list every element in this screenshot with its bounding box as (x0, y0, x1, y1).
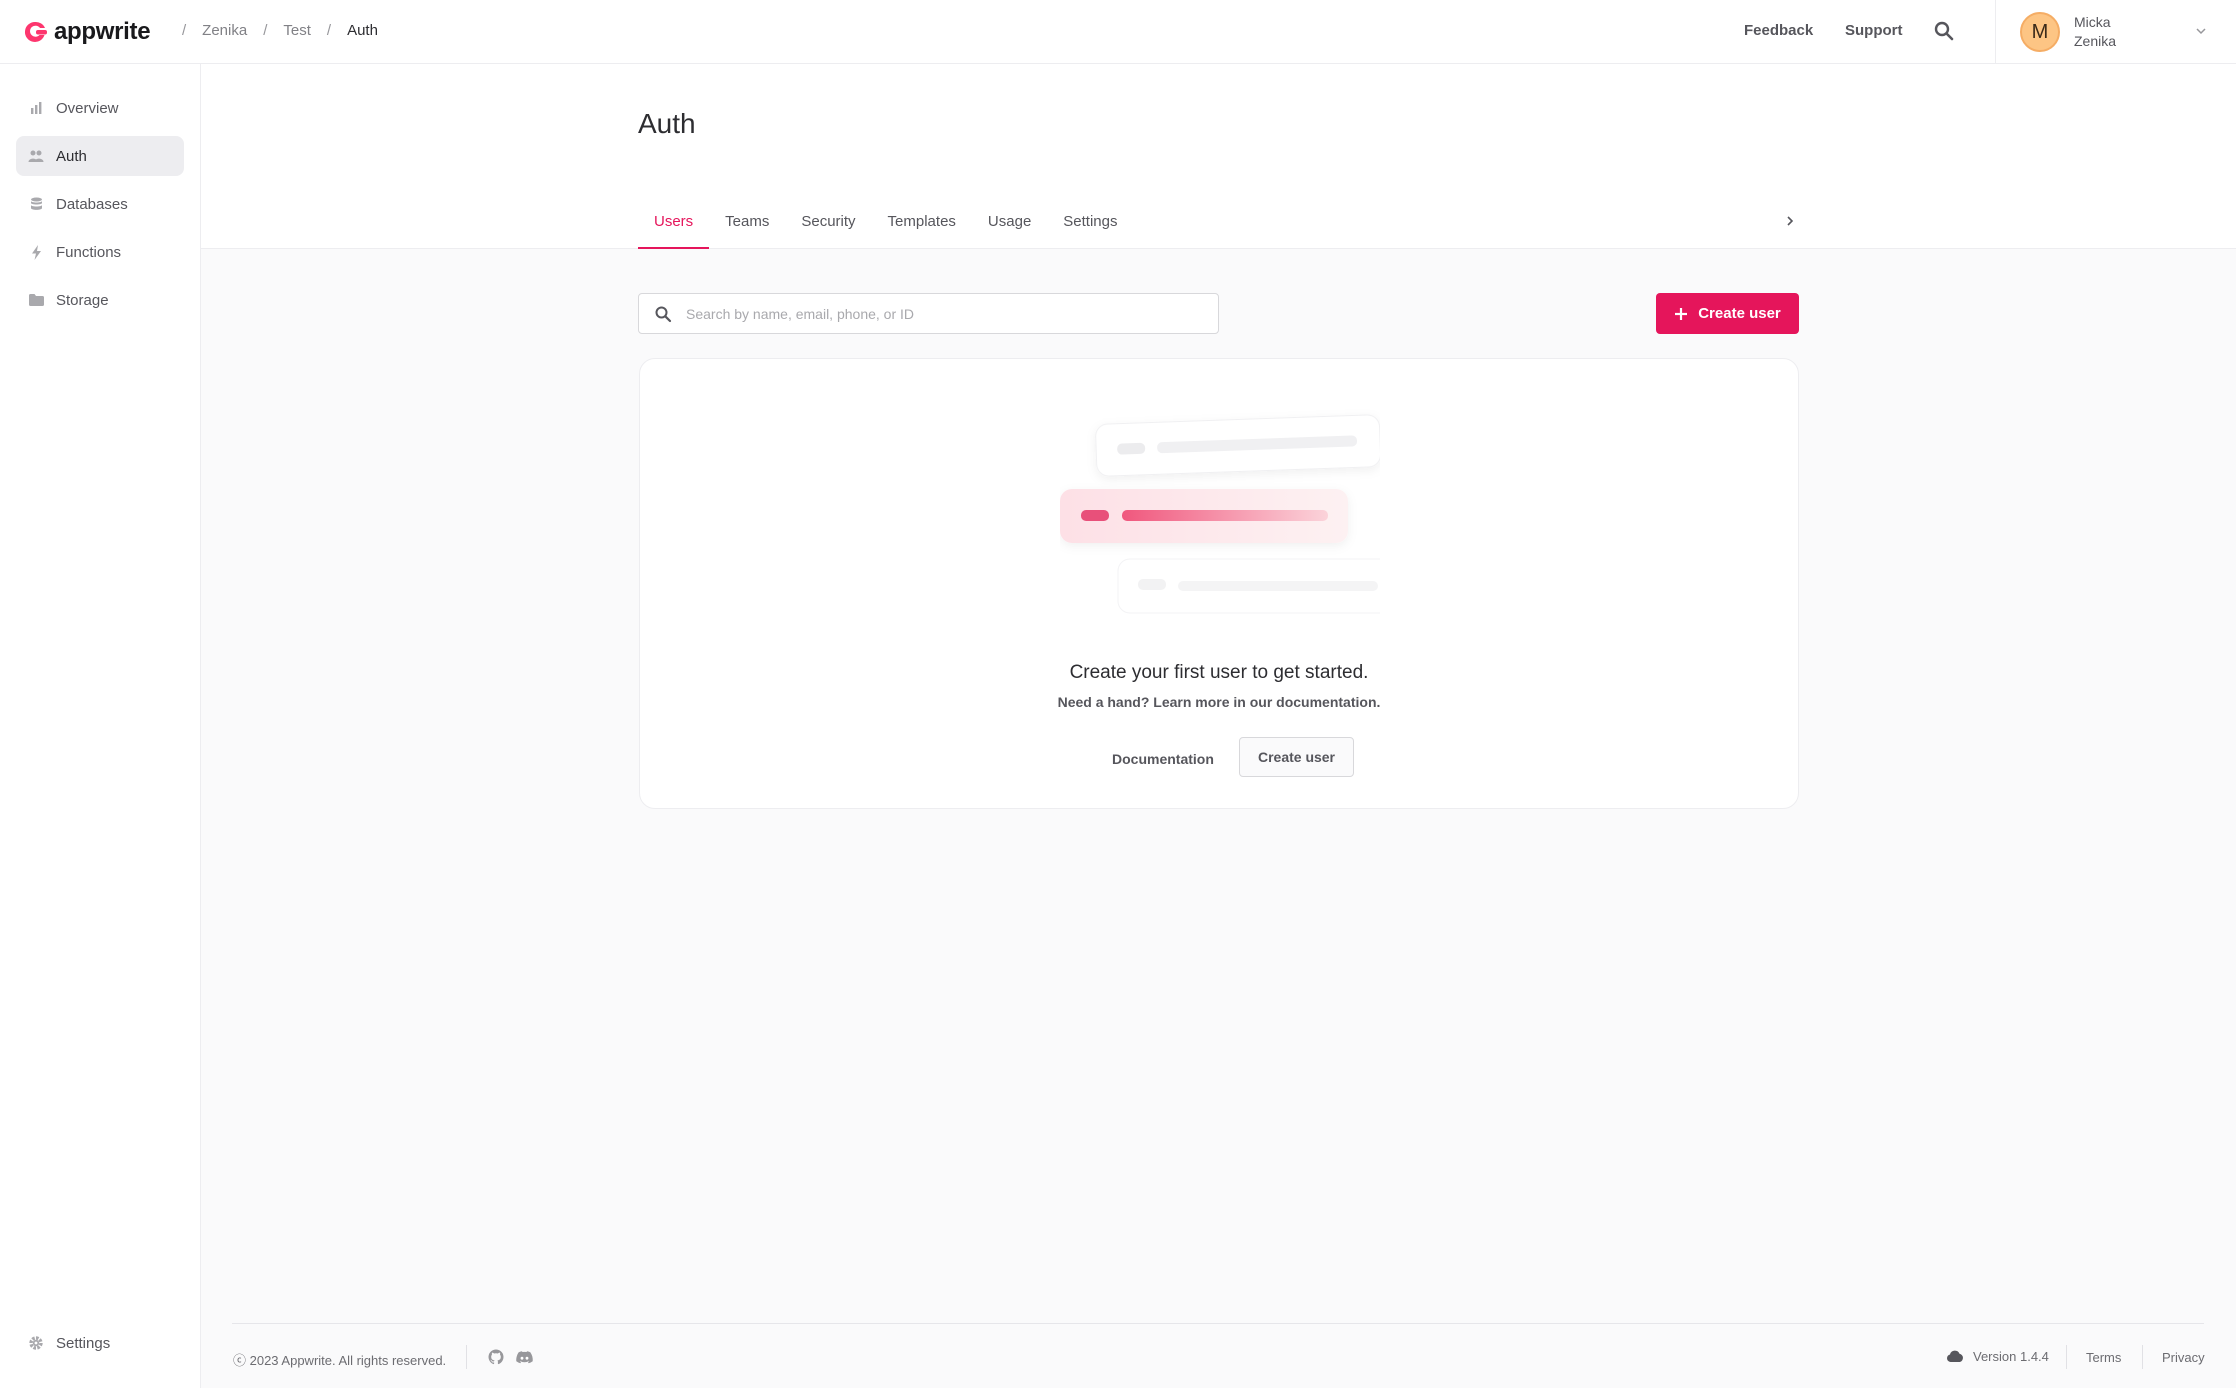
breadcrumb-separator: / (182, 22, 187, 39)
empty-state-subtitle: Need a hand? Learn more in our documenta… (1057, 694, 1381, 710)
search-input[interactable] (686, 305, 1218, 322)
version-label: Version 1.4.4 (1973, 1349, 2049, 1364)
empty-state-card: Create your first user to get started. N… (639, 358, 1799, 809)
footer-separator (466, 1345, 467, 1369)
chevron-right-icon[interactable] (1783, 214, 1797, 228)
create-user-label: Create user (1698, 305, 1781, 322)
sidebar-item-settings[interactable]: Settings (16, 1323, 184, 1363)
breadcrumb-project[interactable]: Test (283, 22, 311, 39)
privacy-link[interactable]: Privacy (2162, 1350, 2205, 1365)
empty-state-title: Create your first user to get started. (1069, 662, 1369, 683)
database-icon (28, 196, 44, 212)
user-name: Micka (2074, 14, 2111, 30)
search-icon (655, 306, 672, 322)
search-field (638, 293, 1219, 334)
cloud-icon (1947, 1350, 1963, 1362)
terms-link[interactable]: Terms (2086, 1350, 2121, 1365)
chevron-down-icon[interactable] (2194, 24, 2208, 38)
sidebar-item-label: Settings (56, 1334, 111, 1352)
support-link[interactable]: Support (1845, 22, 1903, 39)
github-icon[interactable] (488, 1349, 504, 1365)
create-user-button[interactable]: Create user (1656, 293, 1799, 334)
sidebar-item-label: Functions (56, 243, 122, 261)
user-menu[interactable]: Micka Zenika (2074, 13, 2116, 51)
breadcrumb-separator: / (263, 22, 268, 39)
empty-state-illustration (1060, 414, 1380, 614)
breadcrumb: / Zenika / Test / Auth (166, 22, 378, 39)
tab-templates[interactable]: Templates (872, 200, 972, 249)
sidebar-item-functions[interactable]: Functions (16, 232, 184, 272)
copyright-text: ⓒ 2023 Appwrite. All rights reserved. (233, 1353, 447, 1368)
sidebar-item-databases[interactable]: Databases (16, 184, 184, 224)
avatar[interactable]: M (2020, 12, 2060, 52)
tab-security[interactable]: Security (785, 200, 871, 249)
feedback-link[interactable]: Feedback (1744, 22, 1813, 39)
footer-separator (2142, 1345, 2143, 1369)
header-divider (1995, 0, 1996, 64)
breadcrumb-org[interactable]: Zenika (202, 22, 247, 39)
footer-separator (2066, 1345, 2067, 1369)
sidebar-item-label: Auth (56, 147, 87, 165)
sidebar-item-label: Databases (56, 195, 128, 213)
sidebar-item-label: Storage (56, 291, 109, 309)
chart-icon (28, 100, 44, 116)
top-header: appwrite / Zenika / Test / Auth Feedback… (0, 0, 2236, 64)
lightning-icon (28, 244, 44, 260)
sidebar-item-auth[interactable]: Auth (16, 136, 184, 176)
page-title: Auth (638, 108, 696, 139)
users-icon (28, 148, 44, 164)
appwrite-logo-icon (24, 21, 47, 42)
breadcrumb-separator: / (326, 22, 332, 39)
sidebar-item-storage[interactable]: Storage (16, 280, 184, 320)
tab-users[interactable]: Users (638, 200, 710, 249)
search-icon[interactable] (1933, 20, 1955, 42)
discord-icon[interactable] (516, 1349, 533, 1365)
folder-icon (28, 292, 44, 308)
tab-bar: Users Teams Security Templates Usage Set… (638, 200, 1133, 249)
page-header (201, 64, 2236, 249)
documentation-button[interactable]: Documentation (1102, 739, 1224, 779)
plus-icon (1675, 307, 1688, 320)
sidebar-item-label: Overview (56, 99, 119, 117)
logo-text: appwrite (54, 18, 151, 45)
footer-divider (232, 1323, 2204, 1324)
gear-icon (28, 1335, 44, 1351)
breadcrumb-current: Auth (347, 22, 378, 39)
user-org: Zenika (2074, 33, 2117, 49)
tab-usage[interactable]: Usage (972, 200, 1047, 249)
tab-teams[interactable]: Teams (709, 200, 785, 249)
empty-create-user-button[interactable]: Create user (1239, 737, 1354, 777)
sidebar-item-overview[interactable]: Overview (16, 88, 184, 128)
sidebar: Overview Auth Databases Functions Storag… (0, 64, 201, 1388)
appwrite-logo[interactable]: appwrite (22, 18, 151, 46)
tab-settings[interactable]: Settings (1047, 200, 1133, 249)
